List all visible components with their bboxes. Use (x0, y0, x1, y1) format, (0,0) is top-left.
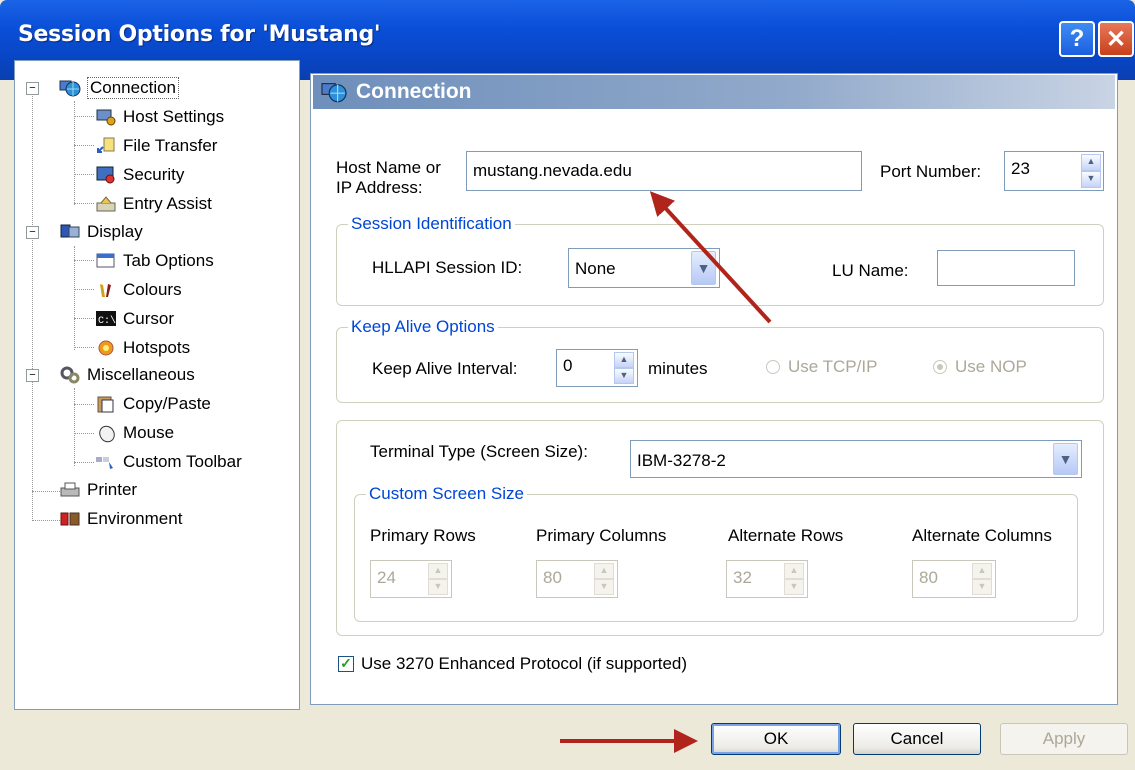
use-tcpip-label: Use TCP/IP (788, 357, 878, 376)
apply-button: Apply (1000, 723, 1128, 755)
copy-paste-icon (97, 396, 114, 413)
tree-item-environment[interactable]: Environment (59, 506, 182, 532)
lu-name-input[interactable] (937, 250, 1075, 286)
chevron-down-icon[interactable]: ▼ (1053, 443, 1078, 475)
custom-toolbar-icon (96, 457, 113, 469)
port-number-stepper[interactable]: ▲ ▼ (1081, 154, 1101, 188)
tree-label: Environment (87, 509, 183, 528)
hotspots-icon (98, 340, 114, 356)
tree-label: Tab Options (123, 251, 214, 270)
tree-item-host-settings[interactable]: Host Settings (95, 104, 224, 130)
hllapi-session-label: HLLAPI Session ID: (372, 258, 523, 277)
host-settings-icon (96, 109, 116, 126)
tree-item-connection[interactable]: Connection (59, 75, 180, 101)
alternate-columns-label: Alternate Columns (912, 526, 1052, 545)
tree-label: Security (123, 165, 185, 184)
tree-item-custom-toolbar[interactable]: Custom Toolbar (95, 449, 242, 475)
section-title: Connection (356, 80, 472, 103)
tree-item-miscellaneous[interactable]: Miscellaneous (59, 362, 195, 388)
colours-icon (100, 284, 111, 297)
use-tcpip-radio[interactable] (766, 360, 780, 374)
network-globe-icon (59, 80, 81, 97)
custom-screen-size-group (354, 494, 1078, 622)
terminal-type-select[interactable]: IBM-3278-2 (630, 440, 1082, 478)
enhanced-protocol-checkbox[interactable]: ✓ (338, 656, 354, 672)
primary-rows-label: Primary Rows (370, 526, 476, 545)
cursor-icon: C:\ (96, 311, 116, 327)
tree-label: Cursor (123, 309, 175, 328)
miscellaneous-icon (60, 366, 80, 384)
tree-item-hotspots[interactable]: Hotspots (95, 335, 190, 361)
tab-options-icon (96, 253, 115, 268)
close-button[interactable]: ✕ (1098, 21, 1134, 57)
alternate-rows-stepper[interactable]: ▲ ▼ (784, 563, 804, 595)
session-identification-legend: Session Identification (348, 214, 515, 234)
tree-item-security[interactable]: Security (95, 162, 184, 188)
tree-label: Entry Assist (123, 194, 212, 213)
tree-item-tab-options[interactable]: Tab Options (95, 248, 214, 274)
custom-screen-size-legend: Custom Screen Size (366, 484, 527, 504)
tree-item-cursor[interactable]: C:\ Cursor (95, 306, 174, 332)
keep-alive-interval-label: Keep Alive Interval: (372, 359, 518, 378)
tree-label: Copy/Paste (123, 394, 211, 413)
tree-label: Display (87, 222, 143, 241)
tree-item-colours[interactable]: Colours (95, 277, 182, 303)
primary-columns-label: Primary Columns (536, 526, 667, 545)
tree-label: Printer (87, 480, 138, 499)
use-nop-radio[interactable] (933, 360, 947, 374)
minutes-label: minutes (648, 359, 708, 378)
entry-assist-icon (96, 196, 116, 212)
keep-alive-stepper[interactable]: ▲ ▼ (614, 352, 634, 384)
ok-button[interactable]: OK (711, 723, 841, 755)
tree-label: File Transfer (123, 136, 218, 155)
use-nop-label: Use NOP (955, 357, 1027, 376)
printer-icon (60, 482, 80, 497)
alternate-columns-stepper[interactable]: ▲ ▼ (972, 563, 992, 595)
tree-label: Miscellaneous (87, 365, 195, 384)
display-icon (60, 224, 80, 238)
tree-label: Custom Toolbar (123, 452, 242, 471)
primary-columns-stepper[interactable]: ▲ ▼ (594, 563, 614, 595)
tree-item-file-transfer[interactable]: File Transfer (95, 133, 217, 159)
file-transfer-icon (97, 137, 115, 153)
tree-label: Mouse (123, 423, 175, 442)
help-button[interactable]: ? (1059, 21, 1095, 57)
tree-item-entry-assist[interactable]: Entry Assist (95, 191, 212, 217)
mouse-icon (99, 425, 115, 443)
terminal-type-label: Terminal Type (Screen Size): (370, 442, 588, 461)
tree-label: Connection (87, 77, 180, 99)
environment-icon (60, 512, 80, 526)
tree-label: Hotspots (123, 338, 191, 357)
host-label-line1: Host Name or (336, 158, 441, 177)
svg-text:C:\: C:\ (98, 315, 116, 327)
tree-item-printer[interactable]: Printer (59, 477, 137, 503)
alternate-rows-label: Alternate Rows (728, 526, 844, 545)
window-title: Session Options for 'Mustang' (18, 22, 381, 47)
tree-item-mouse[interactable]: Mouse (95, 420, 174, 446)
connection-icon (321, 83, 347, 103)
expander-connection[interactable]: − (26, 82, 39, 95)
security-icon (96, 166, 115, 184)
enhanced-protocol-label: Use 3270 Enhanced Protocol (if supported… (361, 654, 688, 673)
expander-display[interactable]: − (26, 226, 39, 239)
expander-miscellaneous[interactable]: − (26, 369, 39, 382)
cancel-button[interactable]: Cancel (853, 723, 981, 755)
lu-name-label: LU Name: (832, 261, 909, 280)
chevron-down-icon[interactable]: ▼ (691, 251, 716, 285)
tree-label: Colours (123, 280, 182, 299)
primary-rows-stepper[interactable]: ▲ ▼ (428, 563, 448, 595)
tree-item-copy-paste[interactable]: Copy/Paste (95, 391, 211, 417)
tree-item-display[interactable]: Display (59, 219, 143, 245)
keep-alive-legend: Keep Alive Options (348, 317, 498, 337)
port-number-label: Port Number: (880, 162, 982, 181)
tree-label: Host Settings (123, 107, 225, 126)
host-name-input[interactable]: mustang.nevada.edu (466, 151, 862, 191)
options-tree[interactable]: − − − Connection Host Settings File Tran… (14, 60, 300, 710)
host-label-line2: IP Address: (336, 178, 423, 197)
